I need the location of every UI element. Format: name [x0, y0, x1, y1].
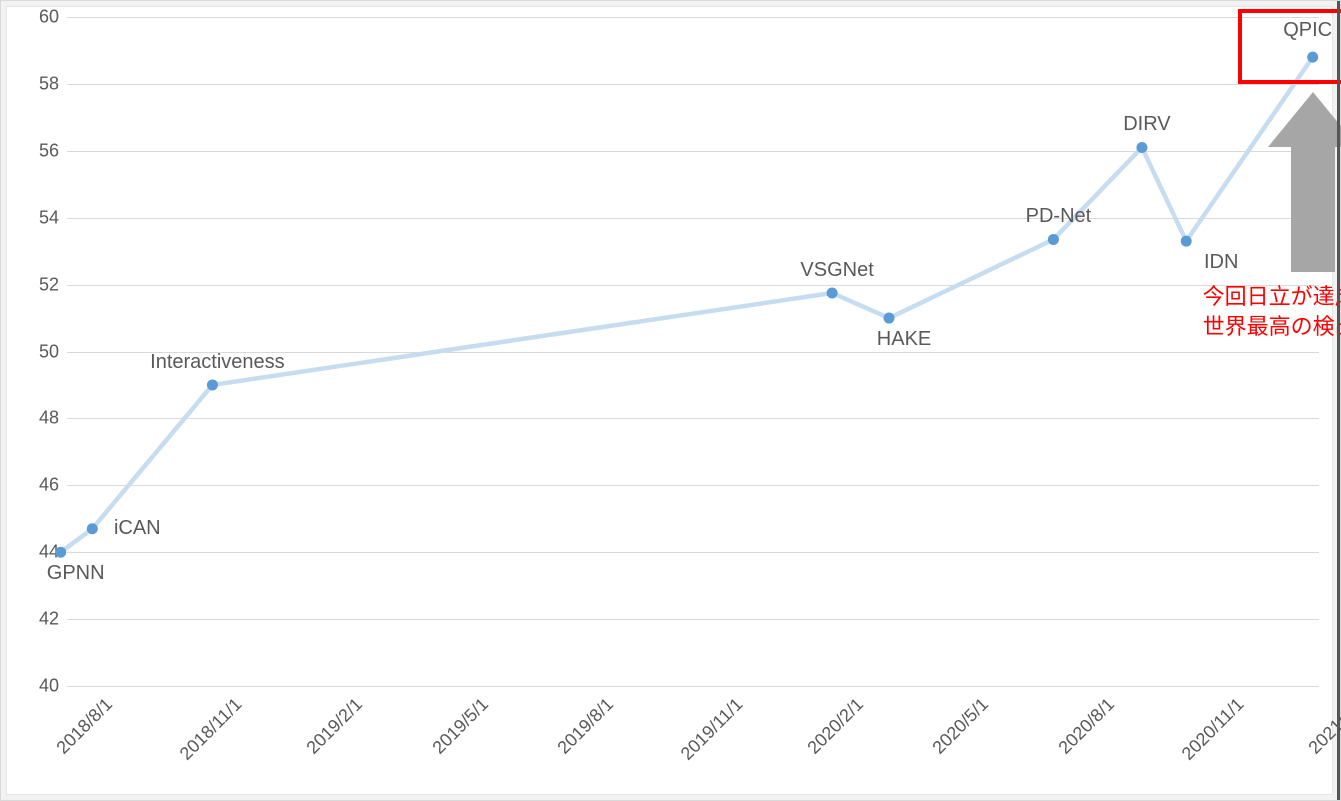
data-point: [207, 380, 217, 390]
gridline: [67, 686, 1319, 687]
data-point: [884, 313, 894, 323]
frame-edge: [1337, 1, 1340, 800]
y-tick-label: 42: [39, 609, 59, 630]
y-tick-label: 52: [39, 274, 59, 295]
data-point-label: PD-Net: [1026, 205, 1092, 228]
plot-area: 40424446485052545658602018/8/12018/11/12…: [67, 17, 1319, 686]
x-tick-label: 2020/8/1: [1054, 694, 1118, 758]
data-point-label: iCAN: [114, 517, 161, 540]
data-point: [1181, 236, 1191, 246]
x-tick-label: 2019/8/1: [553, 694, 617, 758]
y-tick-label: 50: [39, 341, 59, 362]
data-point-label: DIRV: [1123, 113, 1170, 136]
callout-text-line: 世界最高の検出精度: [1203, 312, 1341, 342]
y-tick-label: 60: [39, 7, 59, 28]
x-tick-label: 2020/11/1: [1177, 694, 1248, 765]
y-tick-label: 40: [39, 676, 59, 697]
y-tick-label: 56: [39, 140, 59, 161]
highlight-box: [1238, 9, 1341, 84]
y-tick-label: 58: [39, 73, 59, 94]
callout-text-line: 今回日立が達成した: [1203, 282, 1341, 312]
data-point: [56, 547, 66, 557]
y-tick-label: 54: [39, 207, 59, 228]
chart-plot-background: 40424446485052545658602018/8/12018/11/12…: [6, 6, 1333, 795]
x-tick-label: 2020/5/1: [929, 694, 993, 758]
up-arrow-icon: [1268, 92, 1341, 277]
x-tick-label: 2019/2/1: [303, 694, 367, 758]
y-tick-label: 46: [39, 475, 59, 496]
data-point-label: HAKE: [877, 328, 931, 351]
data-point-label: GPNN: [47, 562, 105, 585]
x-tick-label: 2019/5/1: [428, 694, 492, 758]
data-point-label: VSGNet: [800, 259, 873, 282]
callout-text: 今回日立が達成した世界最高の検出精度: [1203, 282, 1341, 341]
x-tick-label: 2020/2/1: [804, 694, 868, 758]
x-tick-label: 2018/11/1: [176, 694, 247, 765]
data-point: [827, 288, 837, 298]
data-point-label: Interactiveness: [150, 351, 285, 374]
chart-frame: 40424446485052545658602018/8/12018/11/12…: [0, 0, 1341, 801]
data-point: [87, 524, 97, 534]
x-tick-label: 2018/8/1: [52, 694, 116, 758]
x-tick-label: 2019/11/1: [677, 694, 748, 765]
data-point: [1137, 142, 1147, 152]
y-tick-label: 48: [39, 408, 59, 429]
x-tick-label: 2021/2/1: [1304, 694, 1341, 758]
data-point-label: IDN: [1204, 251, 1238, 274]
data-point: [1048, 234, 1058, 244]
